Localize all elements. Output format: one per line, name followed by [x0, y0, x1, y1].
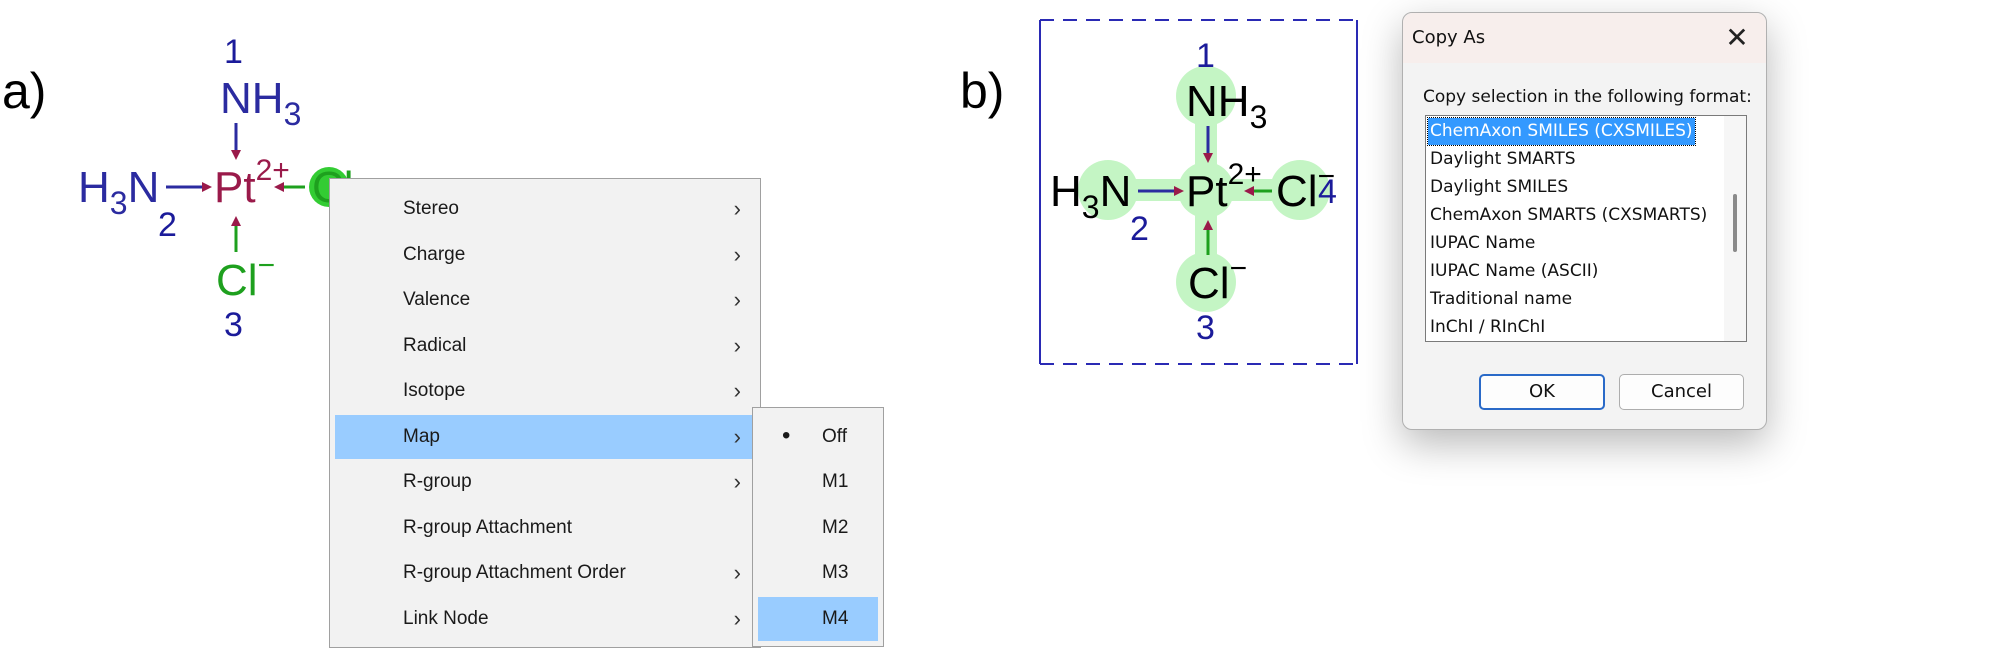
format-option[interactable]: IUPAC Name — [1428, 230, 1537, 257]
map-number-2: 2 — [1130, 210, 1149, 248]
dialog-titlebar[interactable]: Copy As ✕ — [1403, 13, 1766, 63]
format-option[interactable]: IUPAC Name (ASCII) — [1428, 258, 1600, 285]
format-option[interactable]: Traditional name — [1428, 286, 1574, 313]
ok-button[interactable]: OK — [1479, 374, 1605, 410]
format-option[interactable]: InChI / RInChI — [1428, 314, 1547, 341]
format-option[interactable]: ChemAxon SMARTS (CXSMARTS) — [1428, 202, 1709, 229]
cancel-button[interactable]: Cancel — [1619, 374, 1744, 410]
list-scrollbar[interactable] — [1724, 116, 1746, 341]
dialog-title: Copy As — [1412, 27, 1486, 48]
atom-cl-bottom[interactable]: Cl− — [1188, 252, 1247, 308]
copy-as-dialog: Copy As ✕ Copy selection in the followin… — [1402, 12, 1767, 430]
close-icon[interactable]: ✕ — [1720, 21, 1754, 55]
format-listbox[interactable]: ChemAxon SMILES (CXSMILES) Daylight SMAR… — [1425, 115, 1747, 342]
format-option[interactable]: ChemAxon SMILES (CXSMILES) — [1427, 117, 1696, 146]
atom-pt-center[interactable]: Pt2+ — [1186, 158, 1262, 216]
format-option[interactable]: Daylight SMARTS — [1428, 146, 1578, 173]
scrollbar-thumb[interactable] — [1733, 194, 1737, 252]
map-number-1: 1 — [1196, 37, 1215, 75]
map-number-3: 3 — [1196, 309, 1215, 347]
format-option[interactable]: Daylight SMILES — [1428, 174, 1570, 201]
dialog-prompt: Copy selection in the following format: — [1423, 87, 1752, 107]
